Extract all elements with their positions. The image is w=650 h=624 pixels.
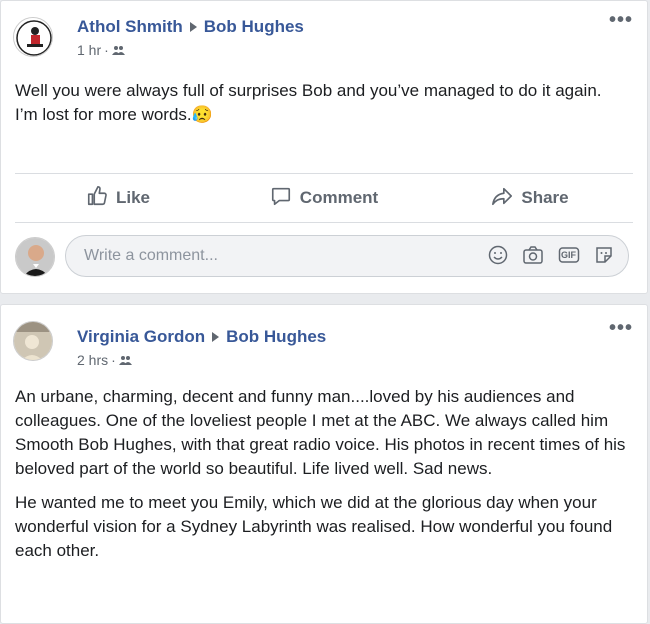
thumbs-up-icon — [86, 185, 116, 212]
author-avatar[interactable] — [13, 17, 53, 57]
post-time[interactable]: 1 hr — [77, 42, 101, 58]
audience-friends-icon[interactable] — [118, 352, 132, 368]
sticker-icon[interactable] — [594, 245, 614, 265]
post-time[interactable]: 2 hrs — [77, 352, 108, 368]
post-header: Virginia Gordon Bob Hughes 2 hrs · — [77, 327, 326, 368]
more-options-icon[interactable]: ••• — [609, 317, 633, 340]
comment-label: Comment — [299, 188, 379, 207]
like-label: Like — [115, 188, 151, 207]
comment-composer: GIF — [15, 235, 633, 281]
share-arrow-icon — [491, 185, 521, 212]
post-header: Athol Shmith Bob Hughes 1 hr · — [77, 17, 304, 58]
author-name[interactable]: Athol Shmith — [77, 17, 183, 36]
author-name[interactable]: Virginia Gordon — [77, 327, 205, 346]
post-actions: Like Comment Share — [15, 173, 633, 223]
camera-icon[interactable] — [522, 245, 544, 265]
gif-icon[interactable]: GIF — [558, 245, 580, 265]
separator: · — [111, 352, 116, 368]
separator: · — [104, 42, 109, 58]
post-text-line: Well you were always full of surprises B… — [15, 81, 602, 100]
emoji-icon[interactable] — [488, 245, 508, 265]
target-name[interactable]: Bob Hughes — [204, 17, 304, 36]
post-card-1: Athol Shmith Bob Hughes 1 hr · ••• Well yo… — [0, 0, 648, 294]
comment-button[interactable]: Comment — [221, 174, 427, 222]
speech-bubble-icon — [270, 185, 300, 212]
post-text-line: I’m lost for more words.😥 — [15, 105, 213, 124]
target-name[interactable]: Bob Hughes — [226, 327, 326, 346]
post-card-2: Virginia Gordon Bob Hughes 2 hrs · ••• An … — [0, 304, 648, 624]
like-button[interactable]: Like — [15, 174, 221, 222]
post-paragraph: He wanted me to meet you Emily, which we… — [15, 493, 613, 560]
comment-tools: GIF — [488, 245, 614, 265]
arrow-right-icon — [212, 332, 220, 343]
share-label: Share — [521, 188, 569, 207]
post-text: Well you were always full of surprises B… — [15, 79, 633, 127]
arrow-right-icon — [189, 22, 197, 33]
post-paragraph: An urbane, charming, decent and funny ma… — [15, 387, 626, 478]
more-options-icon[interactable]: ••• — [609, 9, 633, 32]
audience-friends-icon[interactable] — [111, 42, 125, 58]
comment-input[interactable] — [82, 246, 446, 266]
gif-label: GIF — [561, 250, 576, 260]
author-avatar[interactable] — [13, 321, 53, 361]
share-button[interactable]: Share — [427, 174, 633, 222]
current-user-avatar[interactable] — [15, 237, 55, 277]
post-text: An urbane, charming, decent and funny ma… — [15, 385, 633, 573]
comment-input-box[interactable]: GIF — [65, 235, 629, 277]
